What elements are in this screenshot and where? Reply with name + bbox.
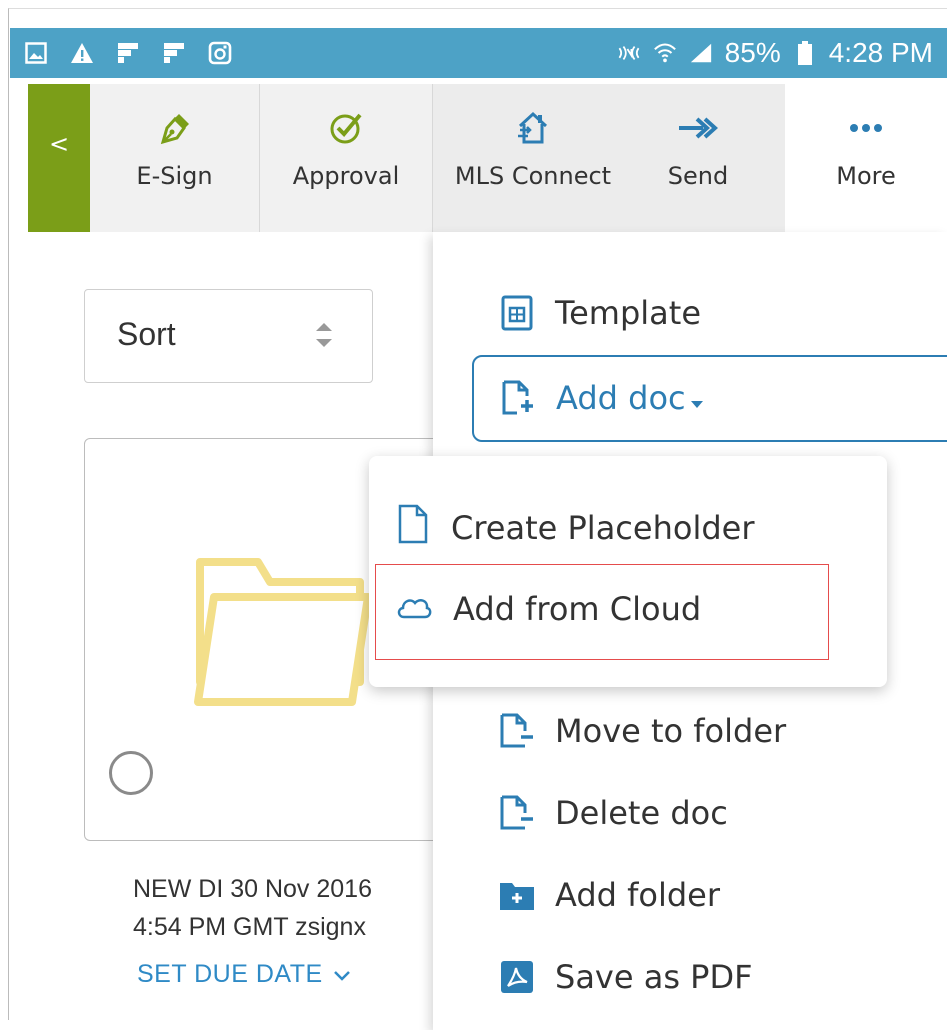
menu-item-delete-label: Delete doc: [555, 794, 728, 832]
add-doc-label: Add doc: [556, 379, 686, 417]
folder-icon: [190, 542, 380, 716]
check-circle-icon: [328, 108, 364, 148]
template-icon: [499, 295, 535, 331]
signal-icon: [689, 41, 713, 65]
sort-arrows-icon: [314, 320, 334, 354]
pen-nib-icon: [157, 108, 193, 148]
menu-item-move-to-folder[interactable]: Move to folder: [499, 712, 786, 750]
tool-send[interactable]: Send: [633, 84, 763, 232]
menu-item-add-folder-label: Add folder: [555, 876, 721, 914]
select-radio[interactable]: [109, 751, 153, 795]
menu-item-move-label: Move to folder: [555, 712, 787, 750]
flipboard-icon: [162, 41, 186, 65]
app-screen: 85% 4:28 PM < E-Sign Approval MLS Connec…: [0, 0, 947, 1030]
submenu-add-from-cloud-label: Add from Cloud: [453, 590, 702, 628]
file-plus-icon: [500, 380, 536, 416]
battery-icon: [793, 41, 817, 65]
more-dots-icon: [849, 108, 883, 148]
tool-esign[interactable]: E-Sign: [90, 84, 259, 232]
set-due-date-label: SET DUE DATE: [137, 960, 323, 988]
submenu-add-from-cloud[interactable]: Add from Cloud: [395, 590, 701, 628]
status-right: 85% 4:28 PM: [617, 28, 933, 78]
instagram-icon: [208, 41, 232, 65]
warning-icon: [70, 41, 94, 65]
sort-select[interactable]: Sort: [84, 289, 373, 383]
menu-item-add-folder[interactable]: Add folder: [499, 876, 720, 914]
house-exchange-icon: [514, 108, 552, 148]
add-doc-button[interactable]: Add doc: [472, 355, 947, 442]
add-doc-item: Add doc: [500, 379, 704, 417]
file-move-icon: [499, 713, 535, 749]
menu-item-save-pdf[interactable]: Save as PDF: [499, 958, 753, 996]
send-arrow-icon: [677, 108, 719, 148]
file-minus-icon: [499, 795, 535, 831]
status-bar: 85% 4:28 PM: [10, 28, 947, 78]
nfc-icon: [617, 41, 641, 65]
submenu-create-placeholder-label: Create Placeholder: [451, 509, 755, 547]
tool-mls-connect-label: MLS Connect: [454, 162, 612, 190]
back-button[interactable]: <: [28, 84, 90, 232]
status-left-icons: [24, 28, 232, 78]
caret-down-icon: [690, 379, 704, 417]
tool-send-label: Send: [667, 162, 729, 190]
set-due-date-link[interactable]: SET DUE DATE: [137, 960, 351, 989]
chevron-down-icon: [333, 960, 351, 989]
battery-percent: 85%: [724, 37, 781, 68]
submenu-create-placeholder[interactable]: Create Placeholder: [395, 504, 754, 552]
menu-item-template-label: Template: [555, 294, 702, 332]
flipboard-icon: [116, 41, 140, 65]
tool-more[interactable]: More: [785, 84, 947, 232]
document-caption: NEW DI 30 Nov 2016 4:54 PM GMT zsignx: [133, 870, 372, 946]
wifi-icon: [653, 41, 677, 65]
tool-approval-label: Approval: [292, 162, 400, 190]
caption-line-2: 4:54 PM GMT zsignx: [133, 913, 366, 941]
add-doc-submenu: Create Placeholder Add from Cloud: [369, 456, 887, 687]
caption-line-1: NEW DI 30 Nov 2016: [133, 875, 372, 903]
sort-label: Sort: [117, 316, 176, 352]
pdf-icon: [499, 959, 535, 995]
status-time: 4:28 PM: [828, 37, 933, 68]
tool-mls-connect[interactable]: MLS Connect: [433, 84, 633, 232]
menu-item-save-pdf-label: Save as PDF: [555, 958, 753, 996]
image-icon: [24, 41, 48, 65]
menu-item-template[interactable]: Template: [499, 294, 701, 332]
tool-esign-label: E-Sign: [136, 162, 213, 190]
file-icon: [395, 504, 431, 552]
tool-approval[interactable]: Approval: [260, 84, 432, 232]
menu-item-delete-doc[interactable]: Delete doc: [499, 794, 728, 832]
cloud-icon: [395, 590, 433, 628]
folder-plus-icon: [499, 877, 535, 913]
tool-more-label: More: [836, 162, 896, 190]
action-toolbar: < E-Sign Approval MLS Connect Send More: [28, 84, 947, 232]
chevron-left-icon: <: [48, 130, 70, 158]
